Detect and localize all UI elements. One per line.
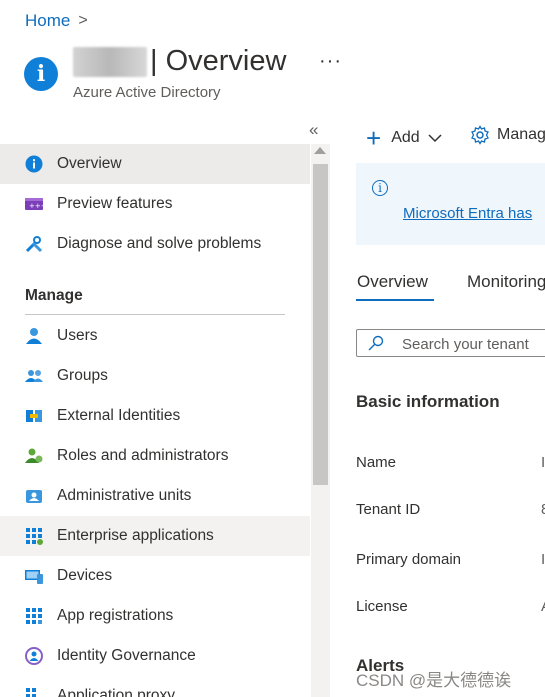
groups-icon	[25, 370, 43, 382]
sidebar-item-roles[interactable]: Roles and administrators	[0, 436, 310, 476]
tenant-name-redacted	[73, 47, 147, 77]
page-subtitle: Azure Active Directory	[73, 84, 221, 101]
info-icon: i	[24, 57, 58, 91]
roles-icon	[25, 448, 43, 463]
collapse-sidebar-button[interactable]: «	[309, 120, 318, 140]
more-options-button[interactable]: ···	[319, 50, 342, 73]
watermark: CSDN @是大德德诶	[356, 671, 512, 690]
sidebar-scrollbar-thumb[interactable]	[313, 164, 328, 485]
user-icon	[26, 328, 42, 344]
sidebar-item-enterprise-applications[interactable]: Enterprise applications	[0, 516, 310, 556]
identity-governance-icon	[25, 647, 43, 665]
tenant-id-label: Tenant ID	[356, 501, 421, 518]
tab-overview[interactable]: Overview	[357, 272, 428, 292]
sidebar-item-administrative-units[interactable]: Administrative units	[0, 476, 310, 516]
sidebar-item-groups[interactable]: Groups	[0, 356, 310, 396]
external-identities-icon	[26, 410, 42, 422]
license-value: A	[541, 598, 545, 615]
sidebar-item-diagnose[interactable]: Diagnose and solve problems	[0, 224, 310, 264]
breadcrumb: Home >	[25, 11, 88, 31]
wrench-icon	[25, 236, 43, 253]
add-button[interactable]: + Add	[366, 125, 442, 151]
sidebar: Overview +++ Preview features Diagnose a…	[0, 144, 310, 697]
sidebar-item-label: Diagnose and solve problems	[57, 235, 262, 252]
administrative-units-icon	[26, 490, 42, 503]
sidebar-item-label: Users	[57, 327, 98, 344]
primary-domain-label: Primary domain	[356, 551, 462, 568]
primary-domain-value: I	[541, 551, 545, 568]
info-banner	[356, 163, 545, 245]
enterprise-applications-icon	[26, 528, 43, 545]
preview-features-icon: +++	[25, 198, 43, 210]
basic-information-heading: Basic information	[356, 392, 500, 411]
plus-icon: +	[366, 123, 382, 153]
application-proxy-icon	[26, 688, 36, 697]
sidebar-item-label: External Identities	[57, 407, 181, 424]
scroll-up-arrow-icon[interactable]	[314, 147, 326, 154]
sidebar-item-label: Groups	[57, 367, 108, 384]
search-icon	[368, 335, 384, 351]
svg-text:+++: +++	[29, 202, 43, 210]
sidebar-item-label: Overview	[57, 155, 122, 172]
divider	[25, 314, 285, 315]
sidebar-item-external-identities[interactable]: External Identities	[0, 396, 310, 436]
sidebar-item-application-proxy[interactable]: Application proxy	[0, 676, 310, 697]
sidebar-item-app-registrations[interactable]: App registrations	[0, 596, 310, 636]
search-placeholder: Search your tenant	[402, 336, 529, 353]
gear-icon	[471, 125, 489, 145]
chevron-down-icon	[428, 134, 442, 143]
sidebar-item-label: Application proxy	[57, 687, 176, 697]
banner-link[interactable]: Microsoft Entra has	[403, 205, 532, 222]
add-button-label: Add	[391, 129, 420, 146]
tenant-id-value: 8	[541, 501, 545, 518]
sidebar-item-label: Identity Governance	[57, 647, 196, 664]
sidebar-item-devices[interactable]: Devices	[0, 556, 310, 596]
info-icon	[25, 155, 43, 173]
app-registrations-icon	[26, 608, 42, 624]
page-title: | Overview	[150, 45, 287, 77]
sidebar-item-label: Administrative units	[57, 487, 192, 504]
sidebar-section-manage: Manage	[25, 287, 83, 304]
tab-active-indicator	[356, 299, 434, 301]
breadcrumb-home-link[interactable]: Home	[25, 11, 70, 31]
license-label: License	[356, 598, 408, 615]
devices-icon	[25, 570, 43, 584]
info-icon: i	[372, 180, 388, 196]
sidebar-item-overview[interactable]: Overview	[0, 144, 310, 184]
sidebar-item-preview-features[interactable]: +++ Preview features	[0, 184, 310, 224]
manage-button-label: Manag	[497, 126, 545, 143]
sidebar-item-label: App registrations	[57, 607, 174, 624]
name-label: Name	[356, 454, 397, 471]
chevron-right-icon: >	[78, 12, 88, 29]
tab-monitoring[interactable]: Monitoring	[467, 272, 545, 292]
sidebar-item-label: Enterprise applications	[57, 527, 214, 544]
sidebar-item-label: Roles and administrators	[57, 447, 229, 464]
sidebar-item-identity-governance[interactable]: Identity Governance	[0, 636, 310, 676]
sidebar-item-label: Preview features	[57, 195, 173, 212]
name-value: I	[541, 454, 545, 471]
manage-button[interactable]: Manag	[470, 125, 545, 145]
sidebar-item-users[interactable]: Users	[0, 316, 310, 356]
sidebar-item-label: Devices	[57, 567, 113, 584]
